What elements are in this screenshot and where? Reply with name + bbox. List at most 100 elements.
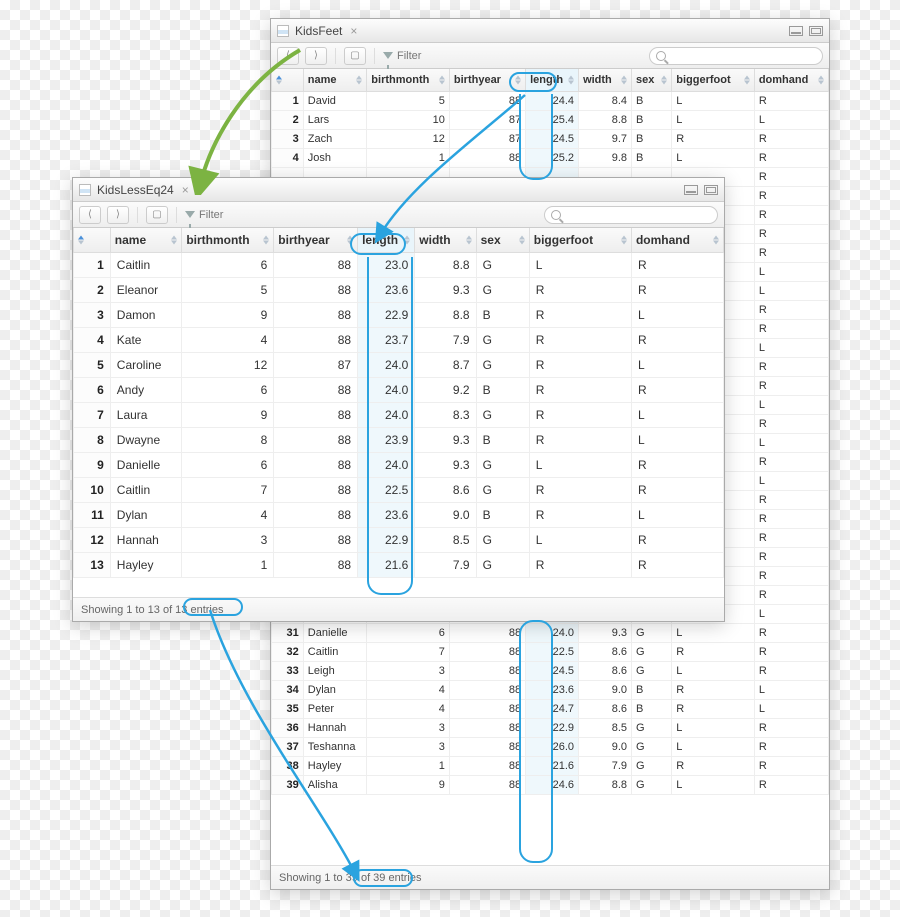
grid-kidslesseq24: namebirthmonthbirthyearlengthwidthsexbig…	[73, 228, 724, 597]
cell-length: 23.6	[358, 278, 415, 303]
minimize-button[interactable]	[684, 185, 698, 195]
table-row[interactable]: 36Hannah38822.98.5GLR	[272, 719, 829, 738]
cell-sex: G	[632, 719, 672, 738]
close-tab-icon[interactable]: ×	[180, 183, 191, 197]
column-header-biggerfoot[interactable]: biggerfoot	[672, 69, 755, 92]
search-box[interactable]	[649, 47, 823, 65]
table-row[interactable]: 38Hayley18821.67.9GRR	[272, 757, 829, 776]
cell-domhand: R	[754, 567, 828, 586]
cell-birthmonth: 4	[367, 700, 450, 719]
table-row[interactable]: 1Caitlin68823.08.8GLR	[74, 253, 724, 278]
table-row[interactable]: 12Hannah38822.98.5GLR	[74, 528, 724, 553]
grid-scroll[interactable]: namebirthmonthbirthyearlengthwidthsexbig…	[73, 228, 724, 597]
filter-button[interactable]: Filter	[383, 50, 421, 62]
row-number: 33	[272, 662, 304, 681]
cell-name: Caroline	[110, 353, 182, 378]
search-box[interactable]	[544, 206, 718, 224]
table-row[interactable]: 37Teshanna38826.09.0GLR	[272, 738, 829, 757]
cell-birthyear: 88	[274, 528, 358, 553]
maximize-button[interactable]	[809, 26, 823, 36]
filter-button[interactable]: Filter	[185, 209, 223, 221]
table-row[interactable]: 7Laura98824.08.3GRL	[74, 403, 724, 428]
cell-domhand: R	[631, 553, 723, 578]
column-header-domhand[interactable]: domhand	[754, 69, 828, 92]
column-header-length[interactable]: length	[358, 228, 415, 253]
column-header-domhand[interactable]: domhand	[631, 228, 723, 253]
cell-sex: G	[476, 328, 529, 353]
back-button[interactable]: ⟨	[79, 206, 101, 224]
row-number-header[interactable]	[272, 69, 304, 92]
cell-birthyear: 88	[274, 503, 358, 528]
close-tab-icon[interactable]: ×	[348, 24, 359, 38]
column-header-sex[interactable]: sex	[632, 69, 672, 92]
table-row[interactable]: 31Danielle68824.09.3GLR	[272, 624, 829, 643]
cell-birthmonth: 4	[182, 328, 274, 353]
row-number: 11	[74, 503, 111, 528]
cell-birthmonth: 9	[182, 403, 274, 428]
cell-birthmonth: 3	[367, 738, 450, 757]
row-number: 32	[272, 643, 304, 662]
titlebar-kidslesseq24[interactable]: KidsLessEq24 ×	[73, 178, 724, 202]
column-header-width[interactable]: width	[415, 228, 476, 253]
table-row[interactable]: 2Eleanor58823.69.3GRR	[74, 278, 724, 303]
table-row[interactable]: 11Dylan48823.69.0BRL	[74, 503, 724, 528]
column-header-name[interactable]: name	[110, 228, 182, 253]
row-number-header[interactable]	[74, 228, 111, 253]
table-row[interactable]: 13Hayley18821.67.9GRR	[74, 553, 724, 578]
table-row[interactable]: 3Damon98822.98.8BRL	[74, 303, 724, 328]
table-row[interactable]: 6Andy68824.09.2BRR	[74, 378, 724, 403]
column-header-width[interactable]: width	[579, 69, 632, 92]
cell-domhand: R	[754, 320, 828, 339]
table-row[interactable]: 8Dwayne88823.99.3BRL	[74, 428, 724, 453]
funnel-icon	[185, 211, 195, 218]
cell-domhand: L	[631, 403, 723, 428]
titlebar-kidsfeet[interactable]: KidsFeet ×	[271, 19, 829, 43]
cell-name: Leigh	[303, 662, 367, 681]
cell-biggerfoot: L	[672, 624, 755, 643]
table-row[interactable]: 39Alisha98824.68.8GLR	[272, 776, 829, 795]
column-header-birthyear[interactable]: birthyear	[274, 228, 358, 253]
column-header-name[interactable]: name	[303, 69, 367, 92]
search-input[interactable]	[670, 49, 816, 63]
column-header-sex[interactable]: sex	[476, 228, 529, 253]
table-row[interactable]: 10Caitlin78822.58.6GRR	[74, 478, 724, 503]
cell-sex: B	[476, 378, 529, 403]
column-header-birthmonth[interactable]: birthmonth	[182, 228, 274, 253]
cell-sex: B	[632, 681, 672, 700]
cell-domhand: R	[631, 278, 723, 303]
popout-button[interactable]: ▢	[344, 47, 366, 65]
table-row[interactable]: 35Peter48824.78.6BRL	[272, 700, 829, 719]
cell-width: 9.0	[415, 503, 476, 528]
minimize-button[interactable]	[789, 26, 803, 36]
table-row[interactable]: 4Kate48823.77.9GRR	[74, 328, 724, 353]
search-input[interactable]	[565, 208, 711, 222]
row-number: 34	[272, 681, 304, 700]
cell-domhand: R	[754, 225, 828, 244]
cell-domhand: R	[754, 586, 828, 605]
cell-width: 8.8	[415, 303, 476, 328]
cell-sex: G	[476, 253, 529, 278]
table-row[interactable]: 3Zach128724.59.7BRR	[272, 130, 829, 149]
cell-width: 9.3	[579, 624, 632, 643]
table-row[interactable]: 33Leigh38824.58.6GLR	[272, 662, 829, 681]
cell-domhand: R	[754, 301, 828, 320]
forward-button[interactable]: ⟩	[107, 206, 129, 224]
back-button[interactable]: ⟨	[277, 47, 299, 65]
table-row[interactable]: 2Lars108725.48.8BLL	[272, 111, 829, 130]
popout-button[interactable]: ▢	[146, 206, 168, 224]
table-row[interactable]: 9Danielle68824.09.3GLR	[74, 453, 724, 478]
table-row[interactable]: 34Dylan48823.69.0BRL	[272, 681, 829, 700]
column-header-length[interactable]: length	[526, 69, 579, 92]
column-header-biggerfoot[interactable]: biggerfoot	[529, 228, 631, 253]
forward-button[interactable]: ⟩	[305, 47, 327, 65]
cell-domhand: L	[631, 428, 723, 453]
table-row[interactable]: 32Caitlin78822.58.6GRR	[272, 643, 829, 662]
column-header-birthyear[interactable]: birthyear	[449, 69, 525, 92]
table-row[interactable]: 4Josh18825.29.8BLR	[272, 149, 829, 168]
cell-name: Danielle	[303, 624, 367, 643]
cell-sex: G	[476, 528, 529, 553]
table-row[interactable]: 5Caroline128724.08.7GRL	[74, 353, 724, 378]
table-row[interactable]: 1David58824.48.4BLR	[272, 92, 829, 111]
column-header-birthmonth[interactable]: birthmonth	[367, 69, 450, 92]
maximize-button[interactable]	[704, 185, 718, 195]
